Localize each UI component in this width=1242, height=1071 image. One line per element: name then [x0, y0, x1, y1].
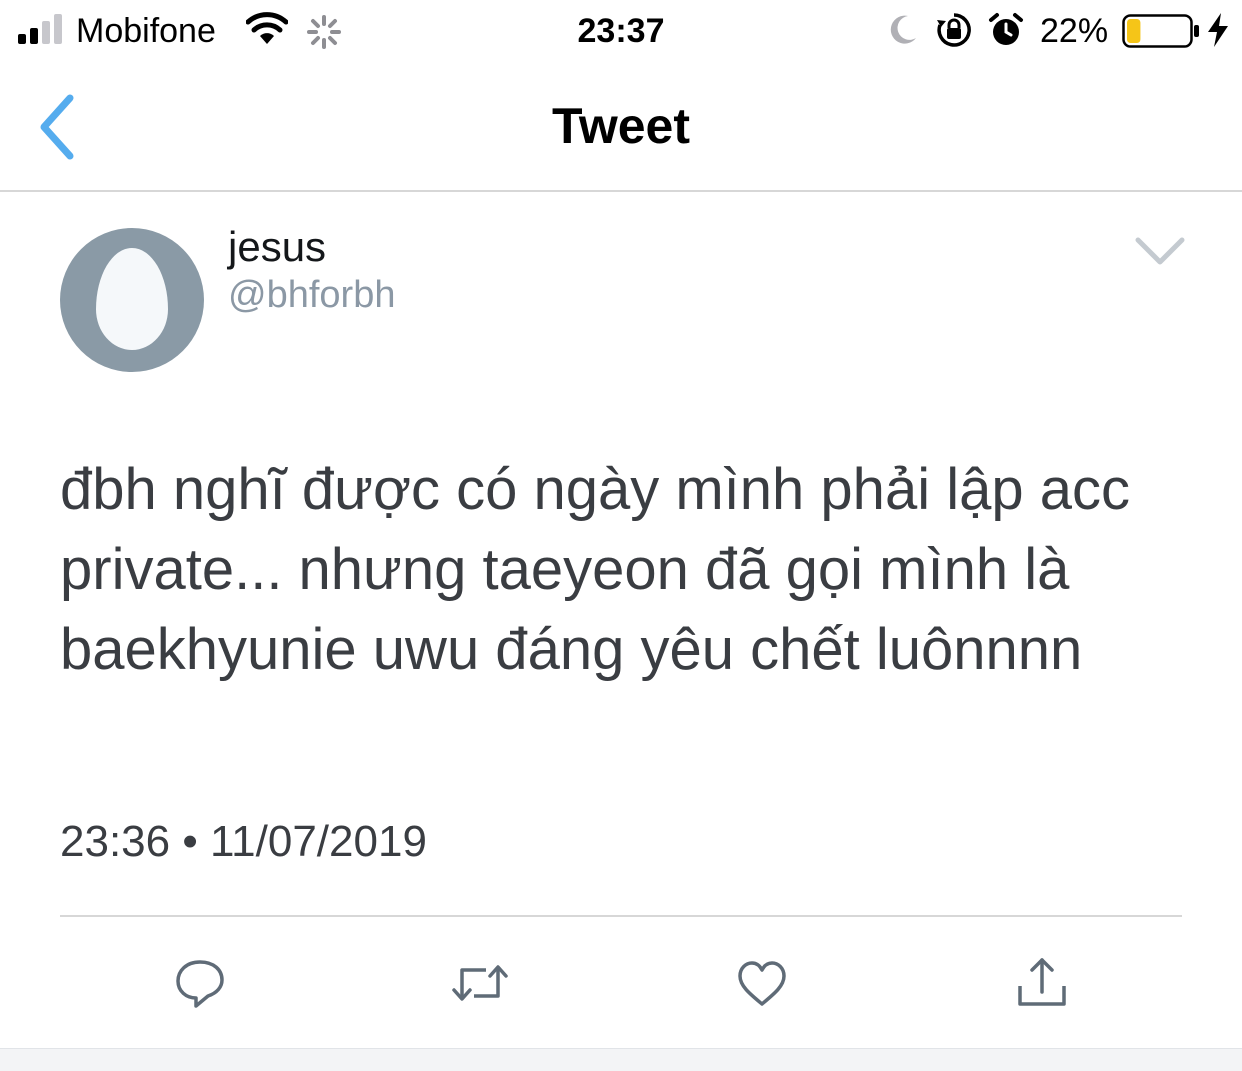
display-name[interactable]: jesus	[228, 222, 326, 272]
charging-bolt-icon	[1208, 13, 1228, 47]
divider	[60, 915, 1182, 917]
user-handle[interactable]: @bhforbh	[228, 272, 395, 318]
reply-icon	[176, 960, 224, 1008]
avatar[interactable]	[60, 228, 204, 372]
like-button[interactable]	[730, 952, 794, 1014]
retweet-icon	[452, 965, 508, 1001]
default-egg-icon	[96, 248, 168, 350]
retweet-button[interactable]	[448, 952, 512, 1014]
tweet-detail-screen: Mobifone 23:37 22% Tweet jesus @bhforbh …	[0, 0, 1242, 1071]
moon-icon	[890, 15, 916, 44]
page-title: Tweet	[552, 98, 690, 154]
battery-fill	[1127, 19, 1141, 43]
rotation-lock-icon	[937, 13, 971, 47]
status-bar: Mobifone 23:37 22%	[0, 0, 1242, 64]
like-icon	[738, 961, 786, 1006]
battery-percent: 22%	[1040, 12, 1109, 50]
chevron-down-icon[interactable]	[1134, 234, 1186, 270]
bottom-strip	[0, 1048, 1242, 1071]
navigation-bar: Tweet	[0, 64, 1242, 192]
tweet-timestamp: 23:36 • 11/07/2019	[60, 817, 427, 866]
alarm-icon	[989, 13, 1023, 45]
share-icon	[1018, 958, 1066, 1006]
reply-button[interactable]	[168, 952, 232, 1014]
share-button[interactable]	[1010, 952, 1074, 1014]
tweet-text: đbh nghĩ được có ngày mình phải lập acc …	[60, 457, 1130, 682]
battery-icon	[1122, 14, 1199, 48]
